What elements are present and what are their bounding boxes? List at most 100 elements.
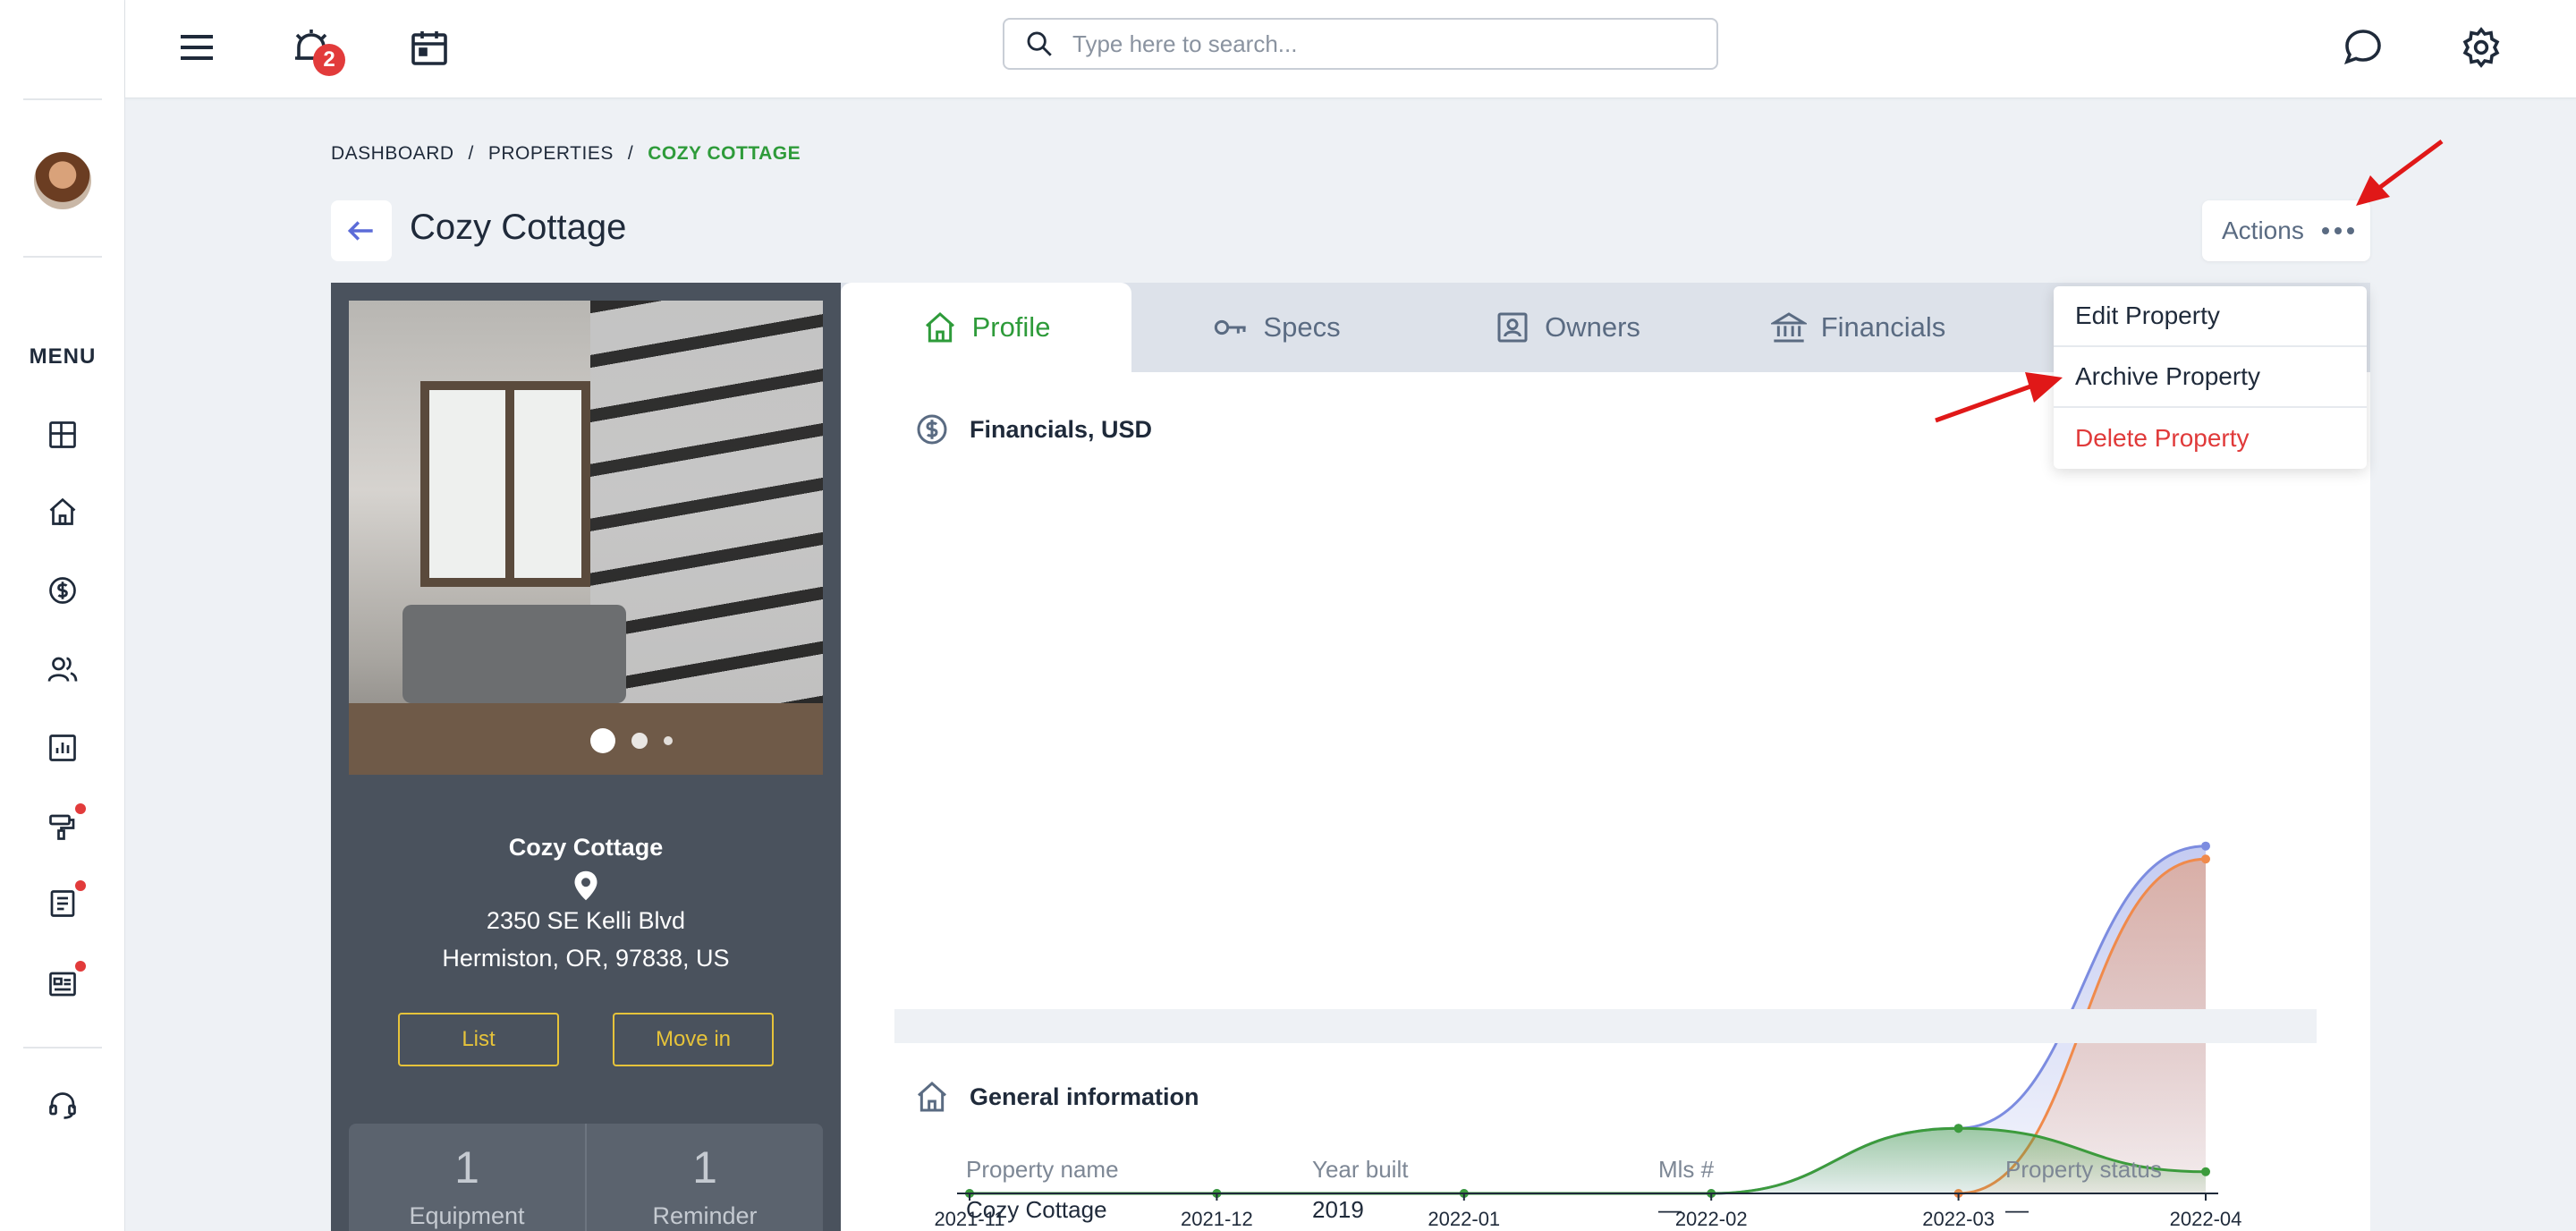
- avatar[interactable]: [34, 152, 91, 209]
- equipment-label: Equipment: [409, 1202, 525, 1229]
- dollar-icon[interactable]: [45, 573, 80, 608]
- move-in-button[interactable]: Move in: [613, 1013, 774, 1066]
- dollar-icon: [917, 414, 947, 445]
- chart-x-tick-label: 2022-04: [2170, 1208, 2242, 1230]
- property-stats: 1 Equipment 1 Reminder: [349, 1124, 823, 1231]
- financials-chart[interactable]: 2021-11 2021-12 2022-01 2022-02 2022-03 2022-…: [894, 515, 2326, 1231]
- search-input[interactable]: [1072, 30, 1681, 58]
- home-icon[interactable]: [45, 494, 80, 530]
- field-property-name: Property name Cozy Cottage: [966, 1156, 1119, 1224]
- home-icon: [925, 311, 954, 343]
- more-dots-icon: [2321, 227, 2354, 234]
- maintenance-icon[interactable]: [45, 803, 86, 845]
- chart-x-tick-label: 2022-03: [1922, 1208, 1995, 1230]
- field-value: —: [2005, 1196, 2029, 1223]
- support-headset-icon[interactable]: [45, 1088, 80, 1124]
- field-label: Property status: [2005, 1156, 2162, 1183]
- field-value: Cozy Cottage: [966, 1196, 1107, 1223]
- search-icon: [1027, 31, 1052, 56]
- sidebar-divider: [23, 256, 102, 258]
- financials-heading: Financials, USD: [914, 412, 1152, 447]
- notification-dot: [75, 803, 86, 814]
- breadcrumb-separator: /: [627, 143, 634, 164]
- carousel-dot-active[interactable]: [590, 728, 615, 753]
- actions-label: Actions: [2222, 216, 2304, 244]
- reminder-stat[interactable]: 1 Reminder: [587, 1124, 823, 1231]
- alarm-bell-icon[interactable]: 2: [286, 22, 345, 76]
- tab-financials[interactable]: Financials: [1713, 283, 2004, 372]
- property-name: Cozy Cottage: [508, 834, 664, 861]
- annotation-arrow: [1935, 372, 2063, 423]
- notification-badge: 2: [313, 44, 345, 76]
- field-value: —: [1658, 1196, 1682, 1223]
- menu-label: MENU: [29, 344, 97, 369]
- chart-point[interactable]: [2201, 1167, 2210, 1176]
- users-icon[interactable]: [45, 651, 80, 687]
- sidebar-divider: [23, 98, 102, 100]
- chart-point[interactable]: [1953, 1124, 1963, 1133]
- general-info-title: General information: [970, 1082, 1199, 1110]
- equipment-stat[interactable]: 1 Equipment: [349, 1124, 587, 1231]
- tab-label: Profile: [971, 311, 1051, 343]
- tab-owners[interactable]: Owners: [1422, 283, 1713, 372]
- sidebar: MENU: [0, 0, 125, 1231]
- breadcrumb-current: COZY COTTAGE: [648, 143, 801, 164]
- equipment-count: 1: [454, 1142, 479, 1193]
- gear-icon[interactable]: [2456, 22, 2506, 72]
- page-title: Cozy Cottage: [410, 208, 627, 247]
- back-button[interactable]: [331, 200, 392, 261]
- breadcrumb-properties[interactable]: PROPERTIES: [488, 143, 614, 165]
- general-info-heading: General information: [914, 1079, 1199, 1115]
- location-pin-icon: [574, 870, 597, 901]
- tab-label: Financials: [1820, 311, 1946, 343]
- tab-specs[interactable]: Specs: [1131, 283, 1422, 372]
- field-value: 2019: [1312, 1196, 1364, 1223]
- actions-dropdown: Edit Property Archive Property Delete Pr…: [2054, 286, 2367, 469]
- listings-icon[interactable]: [45, 961, 86, 1002]
- chart-point[interactable]: [2201, 841, 2210, 851]
- field-property-status: Property status —: [2005, 1156, 2162, 1224]
- notification-dot: [75, 880, 86, 891]
- list-button[interactable]: List: [398, 1013, 559, 1066]
- field-mls: Mls # —: [1658, 1156, 1714, 1224]
- breadcrumb-dashboard[interactable]: DASHBOARD: [331, 143, 454, 165]
- tab-profile[interactable]: Profile: [841, 283, 1131, 372]
- dashboard-icon[interactable]: [45, 417, 80, 453]
- tab-label: Specs: [1263, 311, 1341, 343]
- reminder-label: Reminder: [652, 1202, 758, 1229]
- sidebar-divider: [23, 1047, 102, 1048]
- field-label: Mls #: [1658, 1156, 1715, 1183]
- calendar-icon[interactable]: [404, 22, 454, 72]
- reminder-count: 1: [692, 1142, 717, 1193]
- search-box: [1003, 18, 1718, 70]
- address-line1: 2350 SE Kelli Blvd: [486, 907, 686, 934]
- tab-label: Owners: [1545, 311, 1640, 343]
- field-label: Property name: [966, 1156, 1119, 1183]
- carousel-dot[interactable]: [631, 733, 648, 749]
- chart-x-tick-label: 2021-12: [1181, 1208, 1253, 1230]
- annotation-arrow: [2356, 139, 2444, 206]
- carousel-dots: [590, 728, 673, 753]
- chart-point[interactable]: [2201, 854, 2210, 864]
- breadcrumb: DASHBOARD / PROPERTIES / COZY COTTAGE: [331, 143, 801, 165]
- financials-title: Financials, USD: [970, 415, 1153, 443]
- arrow-left-icon: [347, 221, 373, 241]
- carousel-dot[interactable]: [664, 736, 673, 745]
- bank-icon: [1770, 312, 1807, 343]
- archive-property-menu-item[interactable]: Archive Property: [2054, 347, 2367, 408]
- hamburger-menu-icon[interactable]: [172, 22, 222, 72]
- notification-dot: [75, 961, 86, 972]
- home-icon: [918, 1081, 946, 1112]
- address-line2: Hermiston, OR, 97838, US: [442, 945, 730, 972]
- edit-property-menu-item[interactable]: Edit Property: [2054, 286, 2367, 347]
- chat-bubble-icon[interactable]: [2338, 22, 2388, 72]
- key-icon: [1215, 319, 1247, 335]
- property-photo[interactable]: [349, 301, 823, 775]
- topbar: 2: [125, 0, 2576, 98]
- property-card: Cozy Cottage 2350 SE Kelli Blvd Hermisto…: [331, 283, 841, 1231]
- documents-icon[interactable]: [45, 880, 86, 921]
- reports-icon[interactable]: [45, 730, 80, 766]
- field-label: Year built: [1312, 1156, 1409, 1183]
- chart-x-tick-label: 2022-01: [1428, 1208, 1500, 1230]
- delete-property-menu-item[interactable]: Delete Property: [2054, 408, 2367, 469]
